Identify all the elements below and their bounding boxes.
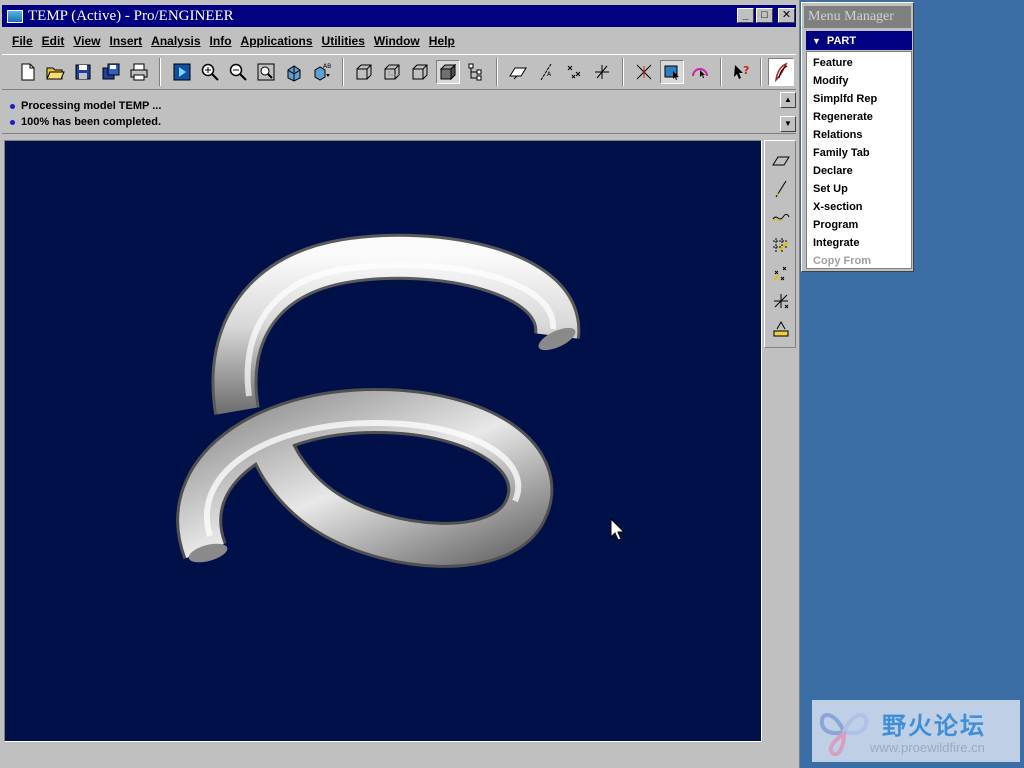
- print-icon[interactable]: [127, 60, 151, 84]
- shading-icon[interactable]: [436, 60, 460, 84]
- proe-main-window: TEMP (Active) - Pro/ENGINEER _ □ ✕ File …: [0, 0, 800, 768]
- refit-icon[interactable]: [254, 60, 278, 84]
- mm-item-family-tab[interactable]: Family Tab: [813, 147, 870, 159]
- new-icon[interactable]: [16, 60, 40, 84]
- menu-header-part[interactable]: ▼ PART: [806, 31, 912, 50]
- message-text: 100% has been completed.: [21, 116, 161, 128]
- menu-analysis[interactable]: Analysis: [151, 34, 200, 48]
- main-toolbar: AB A ?: [2, 54, 796, 90]
- analysis-tool-icon[interactable]: [769, 317, 793, 341]
- menu-file[interactable]: File: [12, 34, 33, 48]
- menu-manager-title[interactable]: Menu Manager: [804, 6, 911, 28]
- coord-sys-tool-icon[interactable]: [769, 289, 793, 313]
- toolbar-separator: [159, 58, 161, 86]
- save-copy-icon[interactable]: [99, 60, 123, 84]
- message-scroll-down-button[interactable]: ▼: [780, 116, 796, 132]
- watermark-title: 野火论坛: [882, 712, 986, 740]
- datum-planes-icon[interactable]: [506, 60, 530, 84]
- toolbar-separator: [760, 58, 762, 86]
- minimize-button[interactable]: _: [737, 8, 754, 23]
- datum-points-icon[interactable]: [562, 60, 586, 84]
- message-line: 100% has been completed.: [10, 116, 161, 128]
- message-area: Processing model TEMP ... 100% has been …: [2, 92, 796, 134]
- window-title: TEMP (Active) - Pro/ENGINEER: [28, 7, 234, 24]
- proe-logo-icon[interactable]: [768, 58, 794, 86]
- wireframe-icon[interactable]: [352, 60, 376, 84]
- menu-info[interactable]: Info: [210, 34, 232, 48]
- triangle-down-icon: ▼: [812, 35, 821, 46]
- mm-item-integrate[interactable]: Integrate: [813, 237, 859, 249]
- title-bar[interactable]: TEMP (Active) - Pro/ENGINEER _ □ ✕: [2, 5, 796, 27]
- toolbar-separator: [720, 58, 722, 86]
- svg-text:AB: AB: [323, 63, 331, 70]
- forum-watermark: 野火论坛 www.proewildfire.cn: [812, 700, 1020, 762]
- mm-item-relations[interactable]: Relations: [813, 129, 863, 141]
- mm-item-copy-from: Copy From: [813, 255, 872, 267]
- menu-window[interactable]: Window: [374, 34, 420, 48]
- menu-insert[interactable]: Insert: [109, 34, 142, 48]
- saved-views-icon[interactable]: AB: [310, 60, 334, 84]
- menu-bar: File Edit View Insert Analysis Info Appl…: [2, 30, 796, 52]
- datum-axis-tool-icon[interactable]: [769, 177, 793, 201]
- datum-axes-icon[interactable]: A: [534, 60, 558, 84]
- app-icon[interactable]: [7, 9, 23, 23]
- mm-item-regenerate[interactable]: Regenerate: [813, 111, 873, 123]
- repaint-icon[interactable]: [170, 60, 194, 84]
- mm-item-declare[interactable]: Declare: [813, 165, 853, 177]
- watermark-url: www.proewildfire.cn: [870, 740, 985, 755]
- message-scroll-up-button[interactable]: ▲: [780, 92, 796, 108]
- coord-sys-icon[interactable]: [590, 60, 614, 84]
- menu-help[interactable]: Help: [429, 34, 455, 48]
- toolbar-separator: [342, 58, 344, 86]
- model-tree-icon[interactable]: [464, 60, 488, 84]
- mm-item-program[interactable]: Program: [813, 219, 858, 231]
- menu-edit[interactable]: Edit: [42, 34, 65, 48]
- message-bullet: [10, 103, 15, 109]
- zoom-in-icon[interactable]: [198, 60, 222, 84]
- open-icon[interactable]: [43, 60, 67, 84]
- spin-center-icon[interactable]: [632, 60, 656, 84]
- menu-view[interactable]: View: [73, 34, 100, 48]
- svg-text:?: ?: [743, 64, 749, 77]
- menu-header-label: PART: [826, 34, 857, 47]
- close-button[interactable]: ✕: [778, 8, 795, 23]
- datum-point-tool-icon[interactable]: [769, 261, 793, 285]
- datum-plane-tool-icon[interactable]: [769, 149, 793, 173]
- menu-manager: Menu Manager ▼ PART Feature Modify Simpl…: [801, 2, 914, 272]
- zoom-out-icon[interactable]: [226, 60, 250, 84]
- mm-item-feature[interactable]: Feature: [813, 57, 853, 69]
- menu-manager-list: Feature Modify Simplfd Rep Regenerate Re…: [806, 51, 912, 269]
- mm-item-set-up[interactable]: Set Up: [813, 183, 848, 195]
- context-help-icon[interactable]: ?: [730, 60, 754, 84]
- save-icon[interactable]: [71, 60, 95, 84]
- highlight-icon[interactable]: [688, 60, 712, 84]
- toolbar-separator: [496, 58, 498, 86]
- no-hidden-icon[interactable]: [408, 60, 432, 84]
- mm-item-x-section[interactable]: X-section: [813, 201, 863, 213]
- maximize-button[interactable]: □: [756, 8, 773, 23]
- graphics-window[interactable]: [4, 140, 762, 742]
- selection-icon[interactable]: [660, 60, 684, 84]
- svg-text:A: A: [547, 71, 552, 78]
- hidden-line-icon[interactable]: [380, 60, 404, 84]
- mm-item-simplfd-rep[interactable]: Simplfd Rep: [813, 93, 877, 105]
- message-bullet: [10, 119, 15, 125]
- message-text: Processing model TEMP ...: [21, 100, 162, 112]
- butterfly-logo-icon: [819, 713, 869, 757]
- message-line: Processing model TEMP ...: [10, 100, 161, 112]
- spring-model: [176, 233, 626, 568]
- datum-curve-tool-icon[interactable]: [769, 205, 793, 229]
- datum-toolbar: [764, 140, 796, 348]
- sketch-tool-icon[interactable]: [769, 233, 793, 257]
- mm-item-modify[interactable]: Modify: [813, 75, 848, 87]
- orient-icon[interactable]: [282, 60, 306, 84]
- toolbar-separator: [622, 58, 624, 86]
- menu-applications[interactable]: Applications: [241, 34, 313, 48]
- menu-utilities[interactable]: Utilities: [322, 34, 365, 48]
